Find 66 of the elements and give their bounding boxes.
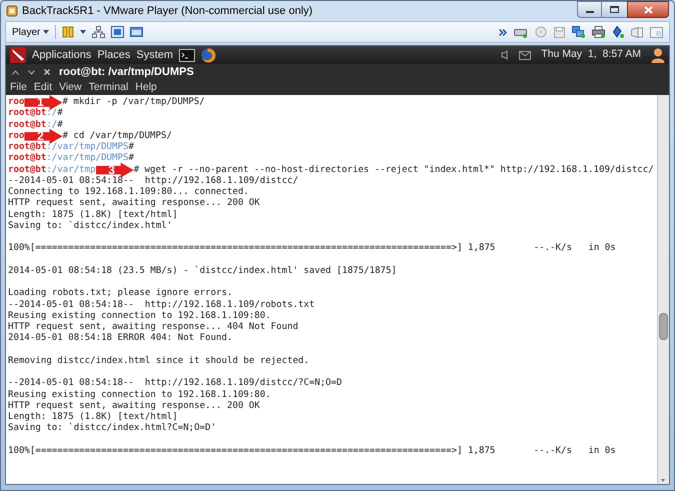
output-line: --2014-05-01 08:54:18-- http://192.168.1.109/robots.txt <box>8 300 315 311</box>
output-line: Reusing existing connection to 192.168.1.109:80. <box>8 310 271 322</box>
output-line: Connecting to 192.168.1.109:80... connected. <box>8 187 249 198</box>
output-line: Length: 1875 (1.8K) [text/html] <box>8 412 178 422</box>
scrollbar[interactable] <box>657 95 669 484</box>
output-line: HTTP request sent, awaiting response... 200 OK <box>8 198 260 210</box>
close-button[interactable] <box>627 1 669 18</box>
menu-item[interactable]: File <box>9 80 28 96</box>
prompt-text: root@bt:/# <box>8 108 63 120</box>
output-line: Loading robots.txt; please ignore errors. <box>8 288 232 300</box>
close-icon <box>644 6 652 14</box>
maximize-icon <box>610 6 619 13</box>
scroll-down-icon[interactable] <box>658 476 668 484</box>
output-line: Saving to: `distcc/index.html' <box>8 220 172 232</box>
menu-item[interactable]: Help <box>134 80 158 96</box>
pause-icon[interactable] <box>62 26 74 38</box>
network-icon[interactable] <box>92 26 106 38</box>
printer-icon[interactable] <box>592 26 605 38</box>
prompt-text: # wget -r --no-parent --no-host-directories --reject "index.html*" http://192.168.1.109/distcc/ <box>134 164 654 176</box>
prompt-text: root@bt:/# <box>8 120 63 131</box>
prompt-text: roo <box>8 97 24 108</box>
output-line: Reusing existing connection to 192.168.1.109:80. <box>8 390 271 401</box>
clock[interactable]: Thu May 1, 8:57 AM <box>541 47 641 63</box>
close-icon[interactable] <box>44 69 50 75</box>
prompt-text: root@bt:/var/tmp/DUMPS# <box>8 142 134 153</box>
browser-icon[interactable] <box>201 48 216 62</box>
maximize-button[interactable] <box>602 1 627 18</box>
output-line: Removing distcc/index.html since it should be rejected. <box>8 356 310 367</box>
output-line: Length: 1875 (1.8K) [text/html] <box>8 210 178 220</box>
output-line: --2014-05-01 08:54:18-- http://192.168.1.109/distcc/ <box>8 176 298 187</box>
output-line: 2014-05-01 08:54:18 ERROR 404: Not Found. <box>8 333 232 344</box>
caret-icon <box>43 30 50 34</box>
app-icon <box>6 5 18 17</box>
window-title: BackTrack5R1 - VMware Player (Non-commercial use only) <box>22 4 313 19</box>
prompt-text: root@bt:/var/tmp <box>8 164 96 176</box>
output-line: 100%[============================================================================>] 1,875 --.-K/s in 0s <box>8 243 616 254</box>
chevron-icon[interactable] <box>499 28 507 36</box>
panel-menu[interactable]: Places <box>97 46 130 64</box>
terminal-title: root@bt: /var/tmp/DUMPS <box>59 64 194 80</box>
window-icon[interactable] <box>130 26 144 38</box>
player-menu[interactable]: Player <box>12 24 50 40</box>
output-line: Saving to: `distcc/index.html?C=N;O=D' <box>8 423 216 434</box>
output-line: HTTP request sent, awaiting response... 404 Not Found <box>8 322 298 333</box>
minimize-icon <box>586 11 594 13</box>
menu-item[interactable]: Terminal <box>88 80 130 96</box>
menu-item[interactable]: Edit <box>32 80 54 96</box>
panel-menu[interactable]: Applications <box>32 46 92 64</box>
prompt-text: # mkdir -p /var/tmp/DUMPS/ <box>62 97 205 108</box>
output-line: HTTP request sent, awaiting response... 200 OK <box>8 400 260 412</box>
output-line: 2014-05-01 08:54:18 (23.5 MB/s) - `distcc/index.html' saved [1875/1875] <box>8 266 397 277</box>
caret-icon[interactable] <box>80 30 86 34</box>
prompt-text: root@bt:/var/tmp/DUMPS# <box>8 153 134 164</box>
speaker-icon[interactable] <box>501 50 510 60</box>
dragon-logo[interactable] <box>10 47 26 63</box>
prompt-text: roo <box>8 130 24 142</box>
mail-icon[interactable] <box>519 50 532 60</box>
user-icon[interactable] <box>651 48 665 62</box>
scrollbar-thumb[interactable] <box>659 313 668 340</box>
fullscreen-icon[interactable] <box>111 26 124 38</box>
panel-menu[interactable]: System <box>136 46 174 64</box>
prompt-text: # cd /var/tmp/DUMPS/ <box>62 130 172 142</box>
menu-item[interactable]: View <box>58 80 83 96</box>
output-line: 100%[============================================================================>] 1,875 --.-K/s in 0s <box>8 446 616 457</box>
terminal-icon[interactable] <box>179 48 196 62</box>
minimize-button[interactable] <box>577 1 602 18</box>
output-line: --2014-05-01 08:54:18-- http://192.168.1.109/distcc/?C=N;O=D <box>8 378 342 390</box>
